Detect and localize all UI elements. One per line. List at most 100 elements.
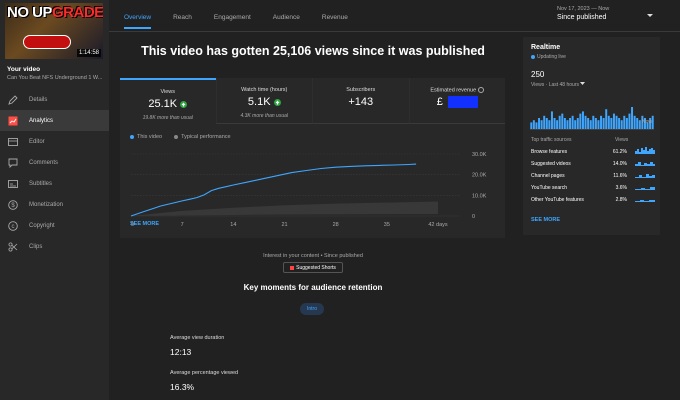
- realtime-bar: [638, 120, 641, 129]
- realtime-bar: [538, 118, 541, 129]
- metric-views[interactable]: Views 25.1K 19.8K more than usual: [120, 78, 216, 124]
- metric-tabs: Views 25.1K 19.8K more than usual Watch …: [120, 78, 505, 124]
- realtime-bar: [581, 111, 584, 129]
- date-range-select[interactable]: Since published: [557, 14, 606, 21]
- realtime-bar: [574, 120, 577, 129]
- sidebar-item-label: Editor: [29, 138, 45, 145]
- metric-subscribers[interactable]: Subscribers +143: [312, 78, 409, 124]
- realtime-bar: [607, 115, 610, 129]
- realtime-bar: [576, 118, 579, 129]
- realtime-bar: [633, 115, 636, 129]
- sidebar-item-label: Clips: [29, 243, 43, 250]
- video-title: Can You Beat NFS Underground 1 W...: [7, 75, 103, 81]
- y-tick-label: 10.0K: [472, 193, 487, 199]
- metric-value: £: [436, 96, 443, 108]
- svg-text:c: c: [12, 224, 15, 230]
- tab-reach[interactable]: Reach: [173, 14, 192, 29]
- chevron-down-icon[interactable]: [646, 11, 654, 19]
- sidebar-item-clips[interactable]: Clips: [0, 236, 109, 257]
- metric-value: 5.1K: [247, 96, 271, 108]
- realtime-card: Realtime Updating live 250 Views · Last …: [523, 37, 660, 235]
- interest-label: Interest in your content • Since publish…: [263, 253, 363, 259]
- sidebar-item-subtitles[interactable]: Subtitles: [0, 173, 109, 194]
- sidebar-item-label: Copyright: [29, 222, 55, 229]
- realtime-bar: [571, 115, 574, 129]
- analytics-tabs: Overview Reach Engagement Audience Reven…: [124, 14, 370, 29]
- realtime-bar: [612, 113, 615, 129]
- arrow-up-icon: [180, 100, 188, 108]
- avg-view-duration-label: Average view duration: [170, 335, 225, 341]
- realtime-bar: [540, 120, 543, 129]
- x-tick-label: 21: [281, 222, 287, 228]
- intro-chip[interactable]: Intro: [300, 303, 324, 315]
- realtime-now-label: Now: [642, 119, 653, 125]
- arrow-up-icon: [273, 98, 281, 106]
- sidebar-item-comments[interactable]: Comments: [0, 152, 109, 173]
- sidebar-item-analytics[interactable]: Analytics: [0, 110, 109, 131]
- realtime-bar: [569, 118, 572, 129]
- shorts-icon: [290, 265, 295, 270]
- sidebar-item-copyright[interactable]: c Copyright: [0, 215, 109, 236]
- realtime-bar: [597, 120, 600, 129]
- realtime-bar: [579, 113, 582, 129]
- tab-overview[interactable]: Overview: [124, 14, 152, 29]
- x-tick-label: 28: [333, 222, 339, 228]
- metric-label: Estimated revenue: [430, 87, 477, 94]
- realtime-bar: [545, 118, 548, 129]
- sidebar-item-label: Details: [29, 96, 48, 103]
- sparkline: [635, 162, 655, 166]
- thumbnail-logo: [23, 35, 71, 49]
- realtime-bar: [532, 120, 535, 129]
- sidebar-item-details[interactable]: Details: [0, 89, 109, 110]
- subtitles-icon: [8, 179, 18, 189]
- metric-comparison: 19.8K more than usual: [142, 115, 193, 121]
- sidebar-item-label: Comments: [29, 159, 59, 166]
- realtime-bar: [625, 118, 628, 129]
- thumbnail-title: NO UPGRADES: [7, 4, 103, 21]
- realtime-bar: [602, 118, 605, 129]
- realtime-bar: [628, 113, 631, 129]
- suggested-shorts-chip[interactable]: Suggested Shorts: [283, 262, 343, 273]
- sidebar-item-monetization[interactable]: $ Monetization: [0, 194, 109, 215]
- realtime-bar: [594, 118, 597, 129]
- realtime-bar: [620, 120, 623, 129]
- comment-icon: [8, 158, 18, 168]
- info-icon[interactable]: [478, 87, 485, 93]
- sparkline: [635, 147, 655, 154]
- metric-value: +143: [348, 96, 374, 108]
- x-tick-label: 7: [181, 222, 184, 228]
- realtime-value: 250: [531, 70, 545, 79]
- tab-engagement[interactable]: Engagement: [214, 14, 251, 29]
- sparkline: [635, 200, 655, 202]
- y-tick-label: 0: [472, 214, 475, 220]
- realtime-bar: [563, 118, 566, 129]
- sparkline: [635, 187, 655, 190]
- realtime-bar: [592, 115, 595, 129]
- realtime-bar: [615, 115, 618, 129]
- traffic-source-row: Other YouTube features 2.8%: [531, 197, 655, 207]
- svg-text:$: $: [11, 203, 15, 209]
- realtime-bar: [587, 118, 590, 129]
- sidebar-item-editor[interactable]: Editor: [0, 131, 109, 152]
- metric-value: 25.1K: [148, 98, 178, 110]
- see-more-link[interactable]: SEE MORE: [130, 221, 159, 227]
- metric-label: Watch time (hours): [241, 87, 288, 93]
- tab-audience[interactable]: Audience: [273, 14, 300, 29]
- realtime-bar: [530, 122, 533, 129]
- tab-divider: [109, 31, 680, 32]
- metric-watch-time[interactable]: Watch time (hours) 5.1K 4.3K more than u…: [215, 78, 312, 124]
- avg-view-duration-value: 12:13: [170, 347, 192, 357]
- x-tick-label: 14: [230, 222, 236, 228]
- x-tick-label: 35: [384, 222, 390, 228]
- realtime-bar: [548, 120, 551, 129]
- realtime-bar: [535, 122, 538, 129]
- realtime-see-more-link[interactable]: SEE MORE: [531, 217, 560, 223]
- sidebar-item-label: Monetization: [29, 201, 64, 208]
- key-moments-title: Key moments for audience retention: [243, 283, 383, 292]
- realtime-period[interactable]: Views · Last 48 hours: [531, 82, 586, 88]
- realtime-title: Realtime: [531, 44, 561, 51]
- metric-revenue[interactable]: Estimated revenue £: [408, 78, 505, 124]
- video-thumbnail[interactable]: NO UPGRADES 1:14:58: [5, 3, 103, 59]
- x-tick-label: 42 days: [428, 222, 448, 228]
- tab-revenue[interactable]: Revenue: [322, 14, 348, 29]
